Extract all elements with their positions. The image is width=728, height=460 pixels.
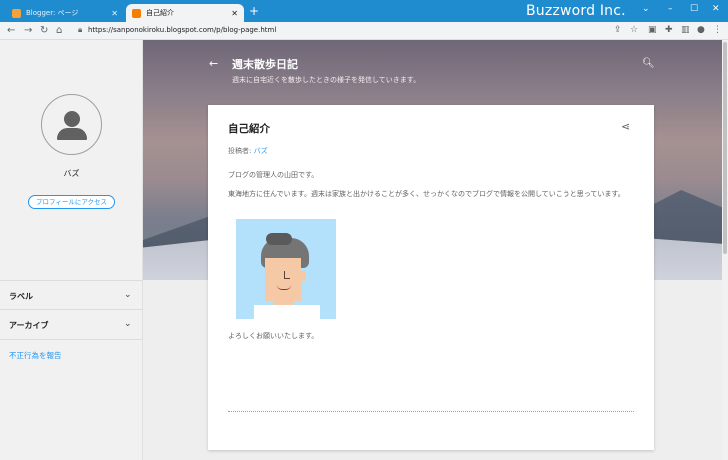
post-byline: 投稿者: バズ (228, 146, 268, 156)
close-icon[interactable]: ✕ (231, 9, 238, 18)
chevron-down-icon: ⌄ (124, 290, 132, 300)
sidebar: バズ プロフィールにアクセス ラベル ⌄ アーカイブ ⌄ 不正行為を報告 (0, 40, 143, 460)
tab-self-intro[interactable]: 自己紹介 ✕ (126, 4, 244, 22)
sidebar-item-archive[interactable]: アーカイブ ⌄ (0, 310, 143, 340)
visit-profile-button[interactable]: プロフィールにアクセス (28, 195, 115, 209)
page-viewport: ← 週末散歩日記 週末に自宅近くを散歩したときの様子を発信していきます。 🔍︎ … (0, 40, 728, 460)
post-card: 自己紹介 ⋖ 投稿者: バズ ブログの管理人の山田です。 東海地方に住んでいます… (208, 105, 654, 450)
post-paragraph: よろしくお願いいたします。 (228, 332, 319, 340)
new-tab-button[interactable]: + (249, 5, 259, 17)
hair-shape (266, 233, 292, 245)
back-arrow-icon[interactable]: ← (209, 57, 218, 70)
browser-titlebar: Blogger: ページ ✕ 自己紹介 ✕ + Buzzword Inc. ⌄ … (0, 0, 728, 22)
post-divider (228, 411, 634, 412)
sidebar-item-label: アーカイブ (9, 321, 49, 330)
home-button[interactable]: ⌂ (56, 25, 62, 37)
back-button[interactable]: ← (7, 25, 15, 37)
blogger-favicon-icon (12, 8, 21, 18)
ear-shape (300, 271, 306, 281)
avatar[interactable] (41, 94, 102, 155)
menu-icon[interactable]: ⋮ (713, 25, 722, 36)
maximize-button[interactable]: ☐ (690, 4, 698, 14)
scrollbar-thumb[interactable] (723, 42, 727, 254)
brand-watermark: Buzzword Inc. (526, 3, 626, 19)
forward-button[interactable]: → (24, 25, 32, 37)
lock-icon[interactable]: 🔒︎ (78, 25, 82, 35)
tab-search-icon[interactable]: ⌄ (642, 4, 650, 14)
post-title: 自己紹介 (228, 123, 270, 135)
puzzle-icon[interactable]: ✚ (665, 25, 673, 36)
sidepanel-icon[interactable]: ▥ (681, 25, 690, 36)
reload-button[interactable]: ↻ (40, 25, 48, 37)
nose-shape (284, 271, 290, 279)
face-shape (265, 258, 301, 301)
person-body-shape (57, 128, 87, 140)
post-paragraph: ブログの管理人の山田です。 (228, 171, 319, 179)
profile-icon[interactable]: ● (697, 25, 705, 36)
close-icon[interactable]: ✕ (111, 9, 118, 18)
shirt-shape (254, 305, 320, 319)
author-portrait-image (236, 219, 336, 319)
share-icon[interactable]: ⋖ (621, 120, 630, 133)
blog-title[interactable]: 週末散歩日記 (232, 56, 298, 72)
url-text: https://sanponokiroku.blogspot.com/p/blo… (88, 26, 277, 34)
close-window-button[interactable]: ✕ (712, 4, 720, 14)
scrollbar[interactable] (722, 40, 728, 460)
report-abuse-link[interactable]: 不正行為を報告 (9, 350, 62, 361)
post-paragraph: 東海地方に住んでいます。週末は家族と出かけることが多く、せっかくなのでブログで情… (228, 190, 625, 198)
sidebar-item-label: ラベル (9, 292, 33, 301)
chevron-down-icon: ⌄ (124, 319, 132, 329)
tab-label: 自己紹介 (146, 9, 174, 17)
profile-name: バズ (63, 169, 80, 178)
share-icon[interactable]: ⇪ (614, 25, 622, 36)
sidebar-item-labels[interactable]: ラベル ⌄ (0, 280, 143, 310)
extension-icon[interactable]: ▣ (648, 25, 657, 36)
author-link[interactable]: バズ (254, 147, 268, 155)
tab-blogger[interactable]: Blogger: ページ ✕ (6, 4, 124, 22)
byline-prefix: 投稿者: (228, 147, 254, 155)
star-icon[interactable]: ☆ (630, 25, 638, 36)
blogger-favicon-icon (132, 8, 141, 18)
minimize-button[interactable]: – (668, 4, 673, 14)
tab-label: Blogger: ページ (26, 9, 79, 17)
browser-toolbar: ← → ↻ ⌂ 🔒︎ https://sanponokiroku.blogspo… (0, 22, 728, 40)
person-icon (64, 111, 80, 127)
search-icon[interactable]: 🔍︎ (642, 58, 655, 69)
blog-description: 週末に自宅近くを散歩したときの様子を発信していきます。 (232, 76, 421, 84)
